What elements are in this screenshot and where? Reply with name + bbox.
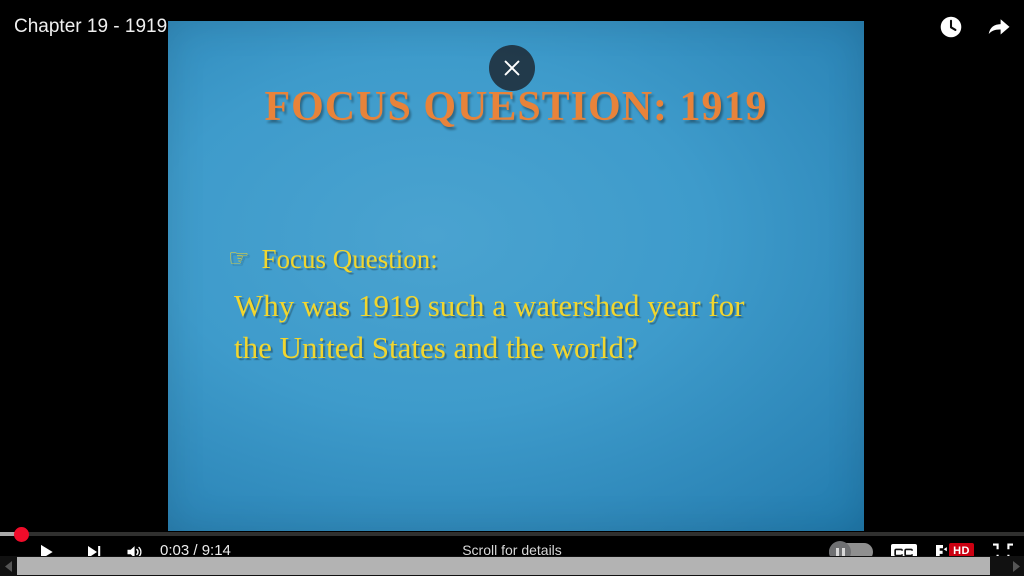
presentation-slide: FOCUS QUESTION: 1919 ☞ Focus Question: Wh… [168,21,864,531]
scrollbar-track[interactable] [17,556,1007,576]
scrollbar-thumb[interactable] [17,557,990,575]
horizontal-scrollbar[interactable] [0,556,1024,576]
slide-body: ☞ Focus Question: Why was 1919 such a wat… [228,243,828,369]
progress-scrubber[interactable] [14,527,29,542]
scroll-left-button[interactable] [0,556,17,576]
pointing-hand-icon: ☞ [228,246,250,272]
scroll-right-button[interactable] [1007,556,1024,576]
slide-bullet-item: ☞ Focus Question: [228,243,828,275]
slide-question-line-1: Why was 1919 such a watershed year for [234,288,745,324]
video-player: FOCUS QUESTION: 1919 ☞ Focus Question: Wh… [0,0,1024,576]
progress-track[interactable] [0,532,1024,536]
chevron-left-icon [4,560,12,572]
chevron-right-icon [1012,560,1020,572]
slide-bullet-label: Focus Question: [261,244,438,274]
close-icon [504,60,520,76]
slide-question-line-2: the United States and the world? [234,330,638,366]
share-icon[interactable] [986,14,1012,40]
top-actions-group [938,14,1012,40]
watch-later-icon[interactable] [938,14,964,40]
video-title: Chapter 19 - 1919 [14,16,168,37]
close-button[interactable] [489,45,535,91]
